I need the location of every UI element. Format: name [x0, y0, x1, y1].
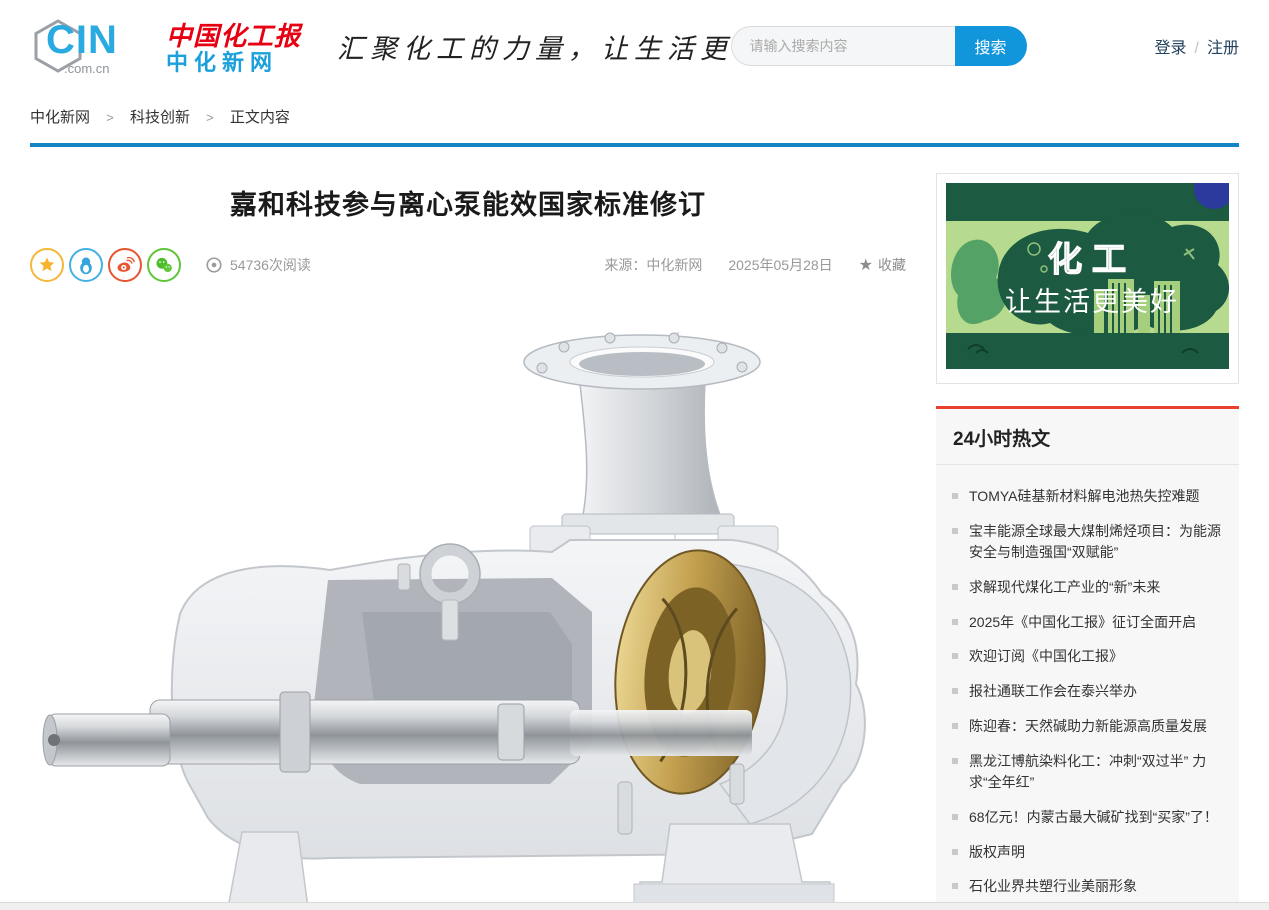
banner-line1-text: 化工 — [1048, 241, 1136, 279]
view-count-text: 54736次阅读 — [230, 255, 311, 275]
breadcrumb-separator: > — [106, 110, 114, 125]
breadcrumb-home[interactable]: 中化新网 — [30, 109, 90, 126]
logo-domain: .com.cn — [64, 61, 110, 76]
article-meta-row: 54736次阅读 来源：中化新网 2025年05月28日 ★ 收藏 — [30, 248, 906, 282]
share-buttons — [30, 248, 181, 282]
qq-share-icon[interactable] — [69, 248, 103, 282]
hot-article-link[interactable]: 2025年《中国化工报》征订全面开启 — [952, 612, 1223, 634]
site-logo[interactable]: CIN .com.cn 中国化工报 中化新网 — [30, 18, 301, 74]
auth-links: 登录 / 注册 — [1155, 34, 1239, 58]
article-column: 嘉和科技参与离心泵能效国家标准修订 — [30, 173, 906, 910]
hot-article-link[interactable]: 求解现代煤化工产业的“新”未来 — [952, 577, 1223, 599]
sidebar: 化工 让生活更美好 24小时热文 TOMYA硅基新材料解电池热失控难题 宝丰能源… — [936, 173, 1239, 910]
search-bar: 搜索 — [731, 26, 1027, 66]
hot-article-link[interactable]: 报社通联工作会在泰兴举办 — [952, 681, 1223, 703]
article-image-pump-cutaway — [30, 312, 906, 908]
hot-article-link[interactable]: 宝丰能源全球最大煤制烯烃项目：为能源安全与制造强国“双赋能” — [952, 521, 1223, 564]
site-header: CIN .com.cn 中国化工报 中化新网 汇聚化工的力量，让生活更美好 搜索… — [0, 0, 1269, 92]
hot-article-link[interactable]: 版权声明 — [952, 842, 1223, 864]
footer-strip — [0, 902, 1269, 910]
qzone-share-icon[interactable] — [30, 248, 64, 282]
promo-banner[interactable]: 化工 让生活更美好 — [936, 173, 1239, 384]
breadcrumb-separator: > — [206, 110, 214, 125]
logo-hexagon-icon: CIN .com.cn — [30, 18, 162, 74]
hot-article-link[interactable]: 欢迎订阅《中国化工报》 — [952, 646, 1223, 668]
view-count: 54736次阅读 — [205, 255, 311, 275]
wechat-share-icon[interactable] — [147, 248, 181, 282]
favorite-button[interactable]: ★ 收藏 — [859, 255, 906, 275]
auth-separator: / — [1195, 40, 1199, 57]
article-date: 2025年05月28日 — [728, 255, 832, 275]
hot-articles-section: 24小时热文 TOMYA硅基新材料解电池热失控难题 宝丰能源全球最大煤制烯烃项目… — [936, 406, 1239, 910]
register-link[interactable]: 注册 — [1207, 40, 1239, 57]
favorite-label: 收藏 — [878, 255, 906, 275]
logo-paper-name: 中国化工报 — [166, 24, 301, 51]
hot-articles-list: TOMYA硅基新材料解电池热失控难题 宝丰能源全球最大煤制烯烃项目：为能源安全与… — [936, 465, 1239, 910]
weibo-share-icon[interactable] — [108, 248, 142, 282]
hot-article-link[interactable]: 陈迎春：天然碱助力新能源高质量发展 — [952, 716, 1223, 738]
eye-icon — [205, 256, 223, 274]
breadcrumb-current: 正文内容 — [230, 109, 290, 126]
hot-article-link[interactable]: 石化业界共塑行业美丽形象 — [952, 876, 1223, 898]
hot-article-link[interactable]: 68亿元！内蒙古最大碱矿找到“买家”了！ — [952, 807, 1223, 829]
hot-article-link[interactable]: TOMYA硅基新材料解电池热失控难题 — [952, 486, 1223, 508]
site-slogan: 汇聚化工的力量，让生活更美好 — [337, 27, 731, 66]
breadcrumb-section[interactable]: 科技创新 — [130, 109, 190, 126]
hot-article-link[interactable]: 黑龙江博航染料化工：冲刺“双过半” 力求“全年红” — [952, 751, 1223, 794]
breadcrumb: 中化新网 > 科技创新 > 正文内容 — [0, 92, 1269, 143]
login-link[interactable]: 登录 — [1155, 40, 1187, 57]
hot-articles-title: 24小时热文 — [936, 409, 1239, 465]
article-title: 嘉和科技参与离心泵能效国家标准修订 — [30, 183, 906, 222]
logo-acronym: CIN — [46, 18, 118, 63]
banner-line2-text: 让生活更美好 — [1005, 287, 1179, 317]
article-source: 来源：中化新网 — [604, 255, 702, 275]
search-input[interactable] — [731, 26, 955, 66]
logo-site-name: 中化新网 — [166, 51, 301, 74]
star-icon: ★ — [859, 255, 873, 275]
search-button[interactable]: 搜索 — [955, 26, 1027, 66]
